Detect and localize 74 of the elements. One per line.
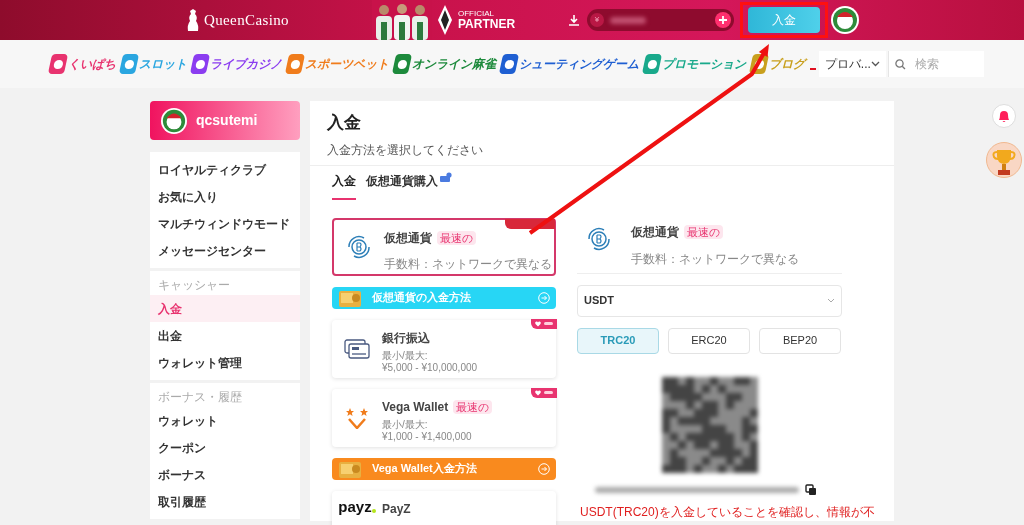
partner-title: PARTNER	[458, 18, 517, 30]
section-heading: ボーナス・履歴	[157, 389, 243, 406]
menu-item[interactable]: ボーナス	[150, 461, 300, 488]
speed-tag: 最速の	[453, 399, 493, 414]
chevron-down-icon	[871, 61, 880, 67]
search-icon	[895, 59, 906, 70]
bank-card-icon	[344, 337, 370, 360]
menu-item[interactable]: 入金	[150, 295, 300, 322]
method-detail: ¥1,000 - ¥1,400,000	[382, 430, 473, 443]
speed-tag: 最速の	[437, 230, 476, 245]
menu-item[interactable]: お気に入り	[150, 183, 300, 210]
brand-logo[interactable]: QueenCasino	[204, 8, 289, 32]
currency-select[interactable]: USDT	[577, 284, 842, 317]
menu-item[interactable]: マルチウィンドウモード	[150, 210, 300, 237]
redacted-bar	[610, 16, 646, 24]
avatar[interactable]	[831, 6, 859, 34]
download-icon[interactable]	[568, 14, 580, 26]
menu-item[interactable]: メッセージセンター	[150, 237, 300, 264]
menu-item[interactable]: ロイヤルティクラブ	[150, 156, 300, 183]
network-button[interactable]: BEP20	[759, 327, 841, 354]
method-name: Vega Wallet	[382, 398, 449, 416]
crown-logo-icon	[186, 9, 200, 31]
star-chevron-icon	[345, 406, 369, 429]
bell-icon[interactable]	[992, 104, 1016, 128]
nav-link[interactable]: オンライン麻雀	[394, 54, 496, 74]
arrow-circle-icon	[538, 462, 550, 475]
payment-card[interactable]: payz PayZ	[332, 490, 556, 525]
menu-item[interactable]: ウォレット	[150, 407, 300, 434]
method-detail: 最小/最大:	[382, 418, 429, 431]
menu-item[interactable]: 出金	[150, 322, 300, 349]
search-field[interactable]: 検索	[888, 51, 984, 77]
method-detail: ¥5,000 - ¥10,000,000	[382, 361, 478, 374]
heart-icon	[535, 389, 541, 396]
currency-badge: ¥	[590, 13, 604, 27]
menu-item[interactable]: 取引履歴	[150, 488, 300, 515]
method-name: 仮想通貨	[631, 223, 679, 241]
brand-logo: payz	[338, 497, 372, 518]
method-detail: 最小/最大:	[382, 349, 429, 362]
club-crest-icon	[438, 5, 452, 35]
nav-link[interactable]: シューティングゲーム	[501, 54, 639, 74]
provider-dropdown[interactable]: プロバ...	[818, 51, 886, 77]
chevron-down-icon	[827, 298, 835, 303]
payment-card[interactable]: 銀行振込 最小/最大: ¥5,000 - ¥10,000,000	[332, 319, 556, 378]
menu-item[interactable]: クーポン	[150, 434, 300, 461]
nav-link[interactable]: ライブカジノ	[192, 54, 282, 74]
payment-card[interactable]: 仮想通貨 最速の 手数料：ネットワークで異なる	[332, 217, 556, 276]
tab[interactable]: 仮想通貨購入	[366, 171, 452, 200]
warning-text: USDT(TRC20)を入金していることを確認し、情報が不	[580, 503, 875, 521]
nav-link[interactable]: くいぱち	[50, 54, 116, 74]
method-detail: 手数料：ネットワークで異なる	[384, 255, 552, 273]
coin-cycle-icon	[346, 233, 372, 260]
method-name: 銀行振込	[382, 329, 430, 347]
partner-caption: OFFICIAL	[458, 10, 495, 18]
plus-icon[interactable]	[715, 12, 731, 28]
menu-item[interactable]: ウォレット管理	[150, 349, 300, 376]
section-heading: キャッシャー	[157, 277, 231, 294]
method-detail: 手数料：ネットワークで異なる	[631, 250, 799, 268]
method-name: PayZ	[382, 500, 411, 518]
username: qcsutemi	[196, 111, 258, 130]
speed-tag: 最速の	[684, 224, 723, 239]
arrow-circle-icon	[538, 291, 550, 304]
tab[interactable]: 入金	[332, 171, 356, 200]
page-subtitle: 入金方法を選択してください	[327, 141, 484, 159]
copy-icon[interactable]	[805, 483, 817, 496]
avatar[interactable]	[161, 107, 187, 134]
coin-cycle-icon	[586, 225, 612, 252]
heart-icon	[535, 320, 541, 327]
trophy-icon[interactable]	[986, 142, 1022, 178]
dash-mark	[810, 68, 816, 70]
network-button[interactable]: ERC20	[668, 327, 750, 354]
method-name: 仮想通貨	[384, 229, 432, 247]
page-title: 入金	[327, 112, 362, 134]
payment-card[interactable]: Vega Wallet 最速の 最小/最大: ¥1,000 - ¥1,400,000	[332, 388, 556, 447]
wallet-icon	[440, 171, 452, 182]
